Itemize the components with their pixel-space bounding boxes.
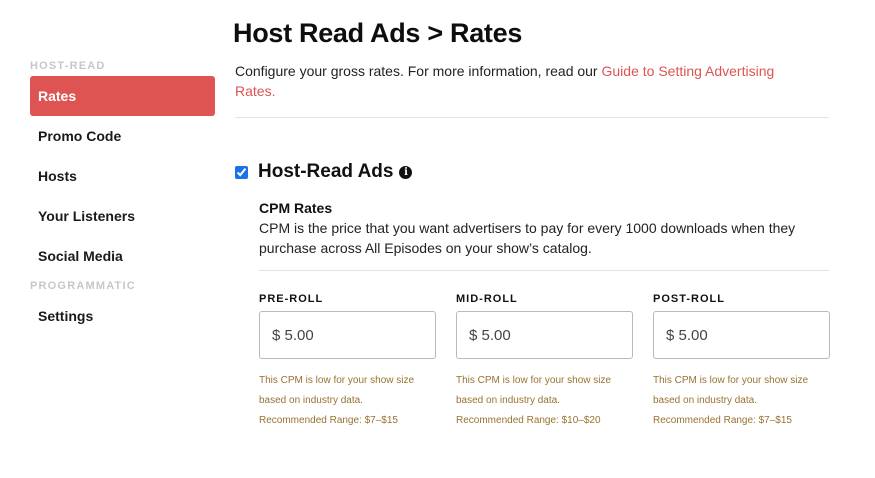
mid-roll-hint: This CPM is low for your show size based… xyxy=(456,371,633,431)
post-roll-field: POST-ROLL This CPM is low for your show … xyxy=(653,293,830,431)
mid-roll-hint-line: This CPM is low for your show size xyxy=(456,375,612,386)
post-roll-hint-line: This CPM is low for your show size xyxy=(653,375,809,386)
pre-roll-input[interactable] xyxy=(259,311,436,359)
host-read-ads-checkbox[interactable] xyxy=(235,165,248,179)
section-label-programmatic: PROGRAMMATIC xyxy=(30,280,136,292)
host-read-ads-title: Host-Read Ads xyxy=(258,161,394,182)
info-icon[interactable]: i xyxy=(399,165,413,179)
mid-roll-label: MID-ROLL xyxy=(456,293,518,305)
sidebar-item-promo-code[interactable]: Promo Code xyxy=(30,116,215,156)
sidebar-item-settings[interactable]: Settings xyxy=(30,296,215,336)
mid-roll-hint-line: based on industry data. xyxy=(456,395,560,406)
main-content: Host Read Ads > Rates Configure your gro… xyxy=(233,18,830,431)
divider xyxy=(235,117,829,118)
cpm-rates-title: CPM Rates xyxy=(259,200,333,216)
post-roll-hint: This CPM is low for your show size based… xyxy=(653,371,830,431)
cpm-divider xyxy=(259,270,829,271)
pre-roll-hint-line: based on industry data. xyxy=(259,395,363,406)
host-read-ads-header: Host-Read Ads i xyxy=(235,158,829,186)
post-roll-label: POST-ROLL xyxy=(653,293,725,305)
post-roll-input[interactable] xyxy=(653,311,830,359)
sidebar-item-social-media[interactable]: Social Media xyxy=(30,236,215,276)
post-roll-recommended-range: Recommended Range: $7–$15 xyxy=(653,415,792,426)
intro-text: Configure your gross rates. For more inf… xyxy=(235,61,815,101)
pre-roll-hint: This CPM is low for your show size based… xyxy=(259,371,436,431)
pre-roll-field: PRE-ROLL This CPM is low for your show s… xyxy=(259,293,436,431)
page-title: Host Read Ads > Rates xyxy=(233,18,523,48)
mid-roll-recommended-range: Recommended Range: $10–$20 xyxy=(456,415,601,426)
mid-roll-field: MID-ROLL This CPM is low for your show s… xyxy=(456,293,633,431)
pre-roll-recommended-range: Recommended Range: $7–$15 xyxy=(259,415,398,426)
pre-roll-hint-line: This CPM is low for your show size xyxy=(259,375,415,386)
post-roll-hint-line: based on industry data. xyxy=(653,395,757,406)
mid-roll-input[interactable] xyxy=(456,311,633,359)
cpm-rates-block: CPM Rates CPM is the price that you want… xyxy=(259,200,830,431)
sidebar-item-rates[interactable]: Rates xyxy=(30,76,215,116)
sidebar-item-hosts[interactable]: Hosts xyxy=(30,156,215,196)
section-label-host-read: HOST-READ xyxy=(30,60,106,72)
cpm-fields: PRE-ROLL This CPM is low for your show s… xyxy=(259,293,830,431)
sidebar-item-your-listeners[interactable]: Your Listeners xyxy=(30,196,215,236)
pre-roll-label: PRE-ROLL xyxy=(259,293,324,305)
cpm-rates-description: CPM is the price that you want advertise… xyxy=(259,220,796,256)
intro-text-body: Configure your gross rates. For more inf… xyxy=(235,63,602,79)
sidebar: HOST-READ Rates Promo Code Hosts Your Li… xyxy=(30,56,215,336)
